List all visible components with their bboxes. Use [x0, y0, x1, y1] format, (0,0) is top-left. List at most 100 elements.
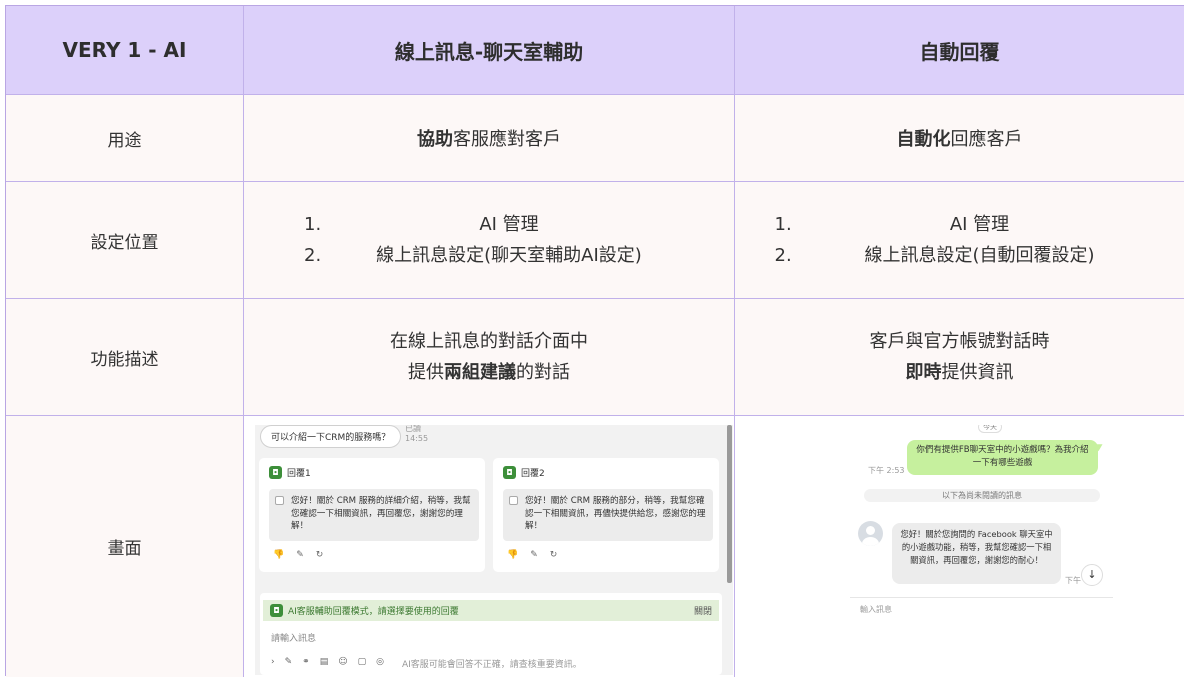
list-text: 線上訊息設定(聊天室輔助AI設定): [376, 245, 642, 266]
feature-col2-pre: 提供: [408, 362, 444, 383]
reply-card-2[interactable]: ◘ 回覆2 您好！關於 CRM 服務的部分，稍等，我幫您確認一下相關資訊，再儘快…: [493, 458, 719, 572]
feature-col2-line1: 在線上訊息的對話介面中: [390, 331, 588, 352]
message-input-placeholder: 輸入訊息: [860, 605, 892, 614]
list-item: 2. 線上訊息設定(聊天室輔助AI設定): [294, 240, 684, 271]
feature-col3-line2: 即時提供資訊: [906, 357, 1014, 388]
message-input[interactable]: 請輸入訊息: [271, 631, 316, 644]
reply-card-title: ◘ 回覆1: [269, 466, 311, 479]
chat-assist-screenshot: 可以介紹一下CRM的服務嗎？ 已讀 14:55 ◘ 回覆1 您好！關於 CRM …: [255, 425, 733, 675]
robot-icon: ◘: [503, 466, 516, 479]
feature-col3-line1: 客戶與官方帳號對話時: [869, 331, 1050, 352]
row-label-feature: 功能描述: [6, 299, 244, 416]
customer-message-bubble: 你們有提供FB聊天室中的小遊戲嗎？為我介紹一下有哪些遊戲: [907, 440, 1098, 475]
comparison-table: VERY 1 - AI 線上訊息-聊天室輔助 自動回覆 用途 協助客服應對客戶 …: [5, 5, 1184, 677]
purpose-col3-rest: 回應客戶: [950, 129, 1023, 150]
read-status: 已讀: [405, 425, 421, 433]
reply-suggestion-2[interactable]: 您好！關於 CRM 服務的部分，稍等，我幫您確認一下相關資訊，再儘快提供給您，感…: [503, 489, 713, 541]
reply-card-title: ◘ 回覆2: [503, 466, 545, 479]
thumbs-down-icon[interactable]: 👎: [507, 550, 518, 560]
list-item: 1. AI 管理: [765, 209, 1155, 240]
screen-label: 畫面: [107, 539, 142, 559]
reply-suggestion-1[interactable]: 您好！關於 CRM 服務的詳細介紹，稍等，我幫您確認一下相關資訊，再回覆您，謝謝…: [269, 489, 479, 541]
list-text: 線上訊息設定(自動回覆設定): [864, 245, 1095, 266]
screenshot-chat-assist-cell: 可以介紹一下CRM的服務嗎？ 已讀 14:55 ◘ 回覆1 您好！關於 CRM …: [244, 416, 735, 677]
header-title: VERY 1 - AI: [6, 6, 244, 95]
bot-message-time: 下午: [1065, 576, 1081, 585]
ai-disclaimer: AI客服可能會回答不正確，請查核重要資訊。: [401, 660, 582, 670]
share-icon[interactable]: ⚭: [302, 657, 310, 670]
setting-col3-list: 1. AI 管理 2. 線上訊息設定(自動回覆設定): [765, 209, 1155, 271]
feature-label: 功能描述: [90, 349, 159, 370]
row-label-screen: 畫面: [6, 416, 244, 677]
purpose-col3-text: 自動化回應客戶: [897, 125, 1023, 151]
bot-reply-bubble: 您好！關於您詢問的 Facebook 聊天室中的小遊戲功能，稍等，我幫您確認一下…: [892, 523, 1061, 584]
purpose-label: 用途: [107, 130, 142, 151]
purpose-chat-assist: 協助客服應對客戶: [244, 95, 735, 182]
reply-tools: 👎 ✎ ↻: [507, 550, 557, 560]
list-number: 1.: [304, 214, 322, 235]
scroll-down-icon[interactable]: ↓: [1081, 564, 1103, 586]
setting-auto-reply: 1. AI 管理 2. 線上訊息設定(自動回覆設定): [735, 182, 1184, 299]
assist-mode-text: AI客服輔助回覆模式，請選擇要使用的回覆: [288, 607, 459, 617]
assist-input-panel: ◘ AI客服輔助回覆模式，請選擇要使用的回覆 關閉 請輸入訊息 › ✎ ⚭ ▤ …: [260, 593, 722, 675]
header-chat-assist: 線上訊息-聊天室輔助: [244, 6, 735, 95]
list-number: 2.: [774, 245, 792, 266]
thumbs-down-icon[interactable]: 👎: [273, 550, 284, 560]
customer-message-time: 下午 2:53: [868, 466, 905, 475]
robot-icon: ◘: [270, 604, 283, 617]
assist-mode-bar: ◘ AI客服輔助回覆模式，請選擇要使用的回覆 關閉: [263, 600, 719, 621]
edit-icon[interactable]: ✎: [296, 550, 304, 560]
robot-icon: ◘: [269, 466, 282, 479]
setting-col2-list: 1. AI 管理 2. 線上訊息設定(聊天室輔助AI設定): [294, 209, 684, 271]
feature-col2-line2: 提供兩組建議的對話: [408, 357, 570, 388]
row-label-purpose: 用途: [6, 95, 244, 182]
select-checkbox[interactable]: [509, 496, 518, 505]
list-text: AI 管理: [949, 214, 1010, 235]
attach-icon[interactable]: ✎: [285, 657, 293, 670]
feature-col3-bold: 即時: [905, 362, 942, 383]
refresh-icon[interactable]: ↻: [316, 550, 324, 560]
expand-icon[interactable]: ›: [271, 657, 275, 670]
message-time: 14:55: [405, 434, 429, 443]
customer-question-bubble: 可以介紹一下CRM的服務嗎？: [260, 425, 402, 448]
purpose-auto-reply: 自動化回應客戶: [735, 95, 1184, 182]
list-number: 1.: [774, 214, 792, 235]
input-toolbar: › ✎ ⚭ ▤ ☺ ▢ ◎ AI客服可能會回答不正確，請查核重要資訊。: [271, 657, 582, 670]
header-auto-reply: 自動回覆: [735, 6, 1184, 95]
reply-text-2: 您好！關於 CRM 服務的部分，稍等，我幫您確認一下相關資訊，再儘快提供給您，感…: [525, 496, 706, 531]
template-icon[interactable]: ▤: [320, 657, 329, 670]
reply-text-1: 您好！關於 CRM 服務的詳細介紹，稍等，我幫您確認一下相關資訊，再回覆您，謝謝…: [291, 496, 471, 531]
reply-title-1: 回覆1: [287, 469, 311, 479]
unread-divider: 以下為尚未閱讀的訊息: [864, 489, 1100, 502]
screenshot-auto-reply-cell: 今天 你們有提供FB聊天室中的小遊戲嗎？為我介紹一下有哪些遊戲 下午 2:53 …: [735, 416, 1184, 677]
avatar: [858, 521, 883, 546]
setting-label: 設定位置: [90, 232, 159, 253]
ai-icon[interactable]: ◎: [376, 657, 384, 670]
date-chip: 今天: [978, 425, 1002, 433]
feature-auto-reply: 客戶與官方帳號對話時 即時提供資訊: [735, 299, 1184, 416]
auto-reply-screenshot: 今天 你們有提供FB聊天室中的小遊戲嗎？為我介紹一下有哪些遊戲 下午 2:53 …: [850, 425, 1113, 653]
list-item: 1. AI 管理: [294, 209, 684, 240]
edit-icon[interactable]: ✎: [530, 550, 538, 560]
message-input[interactable]: 輸入訊息: [850, 597, 1113, 653]
feature-col3-post: 提供資訊: [941, 362, 1014, 383]
scrollbar[interactable]: [727, 425, 732, 583]
feature-col2-post: 的對話: [516, 362, 570, 383]
list-item: 2. 線上訊息設定(自動回覆設定): [765, 240, 1155, 271]
list-text: AI 管理: [479, 214, 539, 235]
header-col1: VERY 1 - AI: [62, 38, 187, 62]
header-col2: 線上訊息-聊天室輔助: [394, 39, 584, 64]
select-checkbox[interactable]: [275, 496, 284, 505]
purpose-col2-text: 協助客服應對客戶: [417, 125, 561, 151]
header-col3: 自動回覆: [919, 39, 1000, 64]
purpose-col2-rest: 客服應對客戶: [453, 129, 561, 150]
reply-card-1[interactable]: ◘ 回覆1 您好！關於 CRM 服務的詳細介紹，稍等，我幫您確認一下相關資訊，再…: [259, 458, 485, 572]
feature-col2-bold: 兩組建議: [444, 362, 516, 383]
refresh-icon[interactable]: ↻: [550, 550, 558, 560]
close-button[interactable]: 關閉: [694, 604, 712, 617]
emoji-icon[interactable]: ☺: [338, 657, 347, 670]
setting-chat-assist: 1. AI 管理 2. 線上訊息設定(聊天室輔助AI設定): [244, 182, 735, 299]
note-icon[interactable]: ▢: [358, 657, 367, 670]
feature-chat-assist: 在線上訊息的對話介面中 提供兩組建議的對話: [244, 299, 735, 416]
purpose-col2-bold: 協助: [417, 129, 453, 150]
